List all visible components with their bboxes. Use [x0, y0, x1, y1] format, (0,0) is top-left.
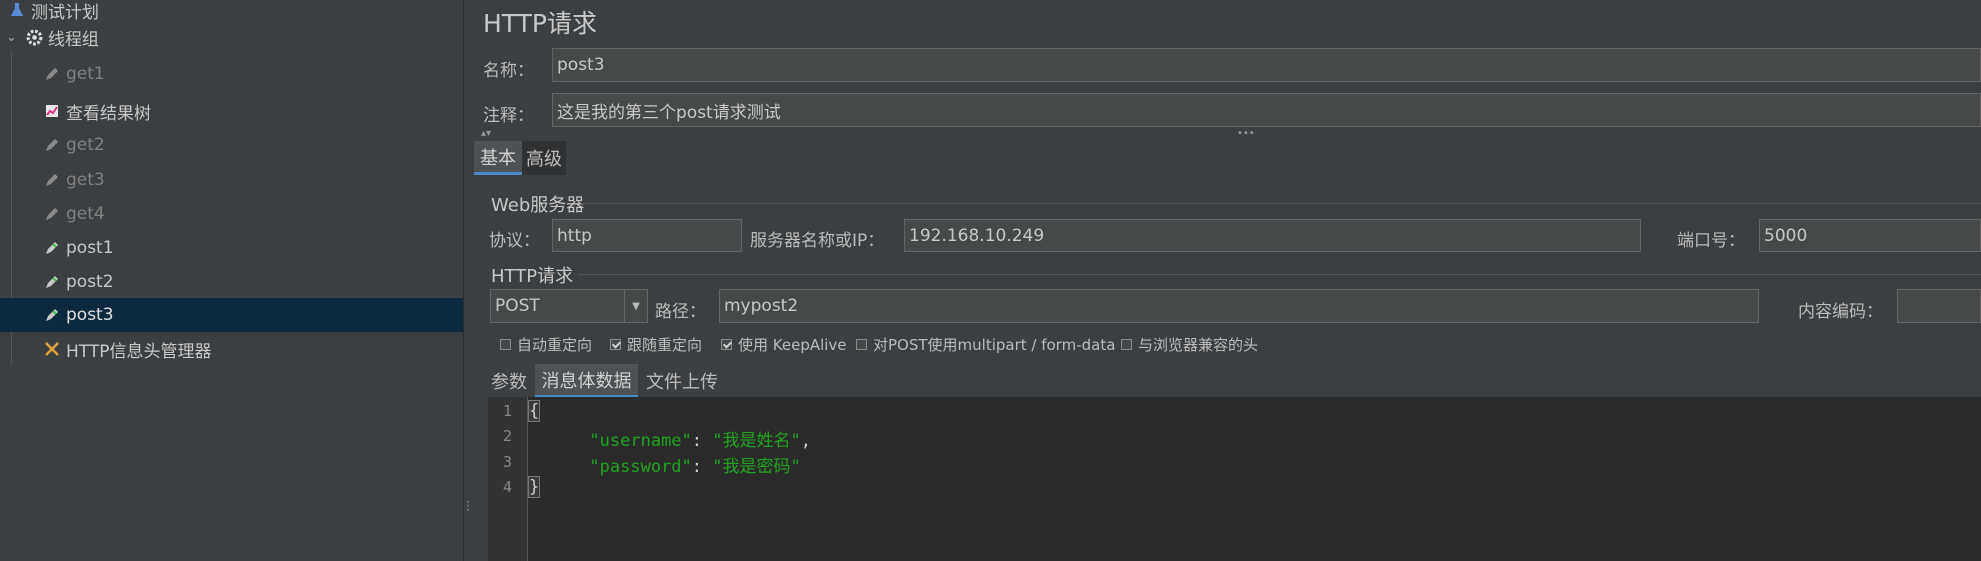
tree-item-thread-group[interactable]: ⌄ 线程组	[0, 20, 463, 54]
pencil-icon	[44, 240, 60, 256]
tab-basic[interactable]: 基本	[474, 141, 522, 175]
splitter-grip-icon[interactable]: · · ·	[466, 496, 470, 516]
test-plan-tree[interactable]: 测试计划 ⌄ 线程组 get1 查看结果树 get2 get3 get4 pos…	[0, 0, 463, 561]
path-field[interactable]: mypost2	[719, 289, 1759, 323]
json-value-password: "我是密码"	[712, 457, 801, 477]
path-label: 路径：	[655, 302, 706, 322]
name-field[interactable]: post3	[552, 48, 1981, 82]
checkbox-box[interactable]	[856, 339, 867, 350]
section-divider	[581, 203, 1981, 204]
comment-label: 注释：	[483, 106, 534, 126]
line-number: 2	[502, 427, 512, 445]
tree-item-label: get2	[66, 135, 105, 155]
body-data-editor[interactable]: 1 2 3 4 { "username": "我是姓名", "password"…	[488, 397, 1981, 561]
tree-item-post1[interactable]: post1	[0, 231, 463, 265]
tree-item-label: post2	[66, 272, 114, 292]
tree-item-label: post1	[66, 238, 114, 258]
tree-item-label: HTTP信息头管理器	[66, 341, 212, 362]
browser-compatible-headers-checkbox[interactable]: 与浏览器兼容的头	[1121, 334, 1258, 355]
tree-item-label: 线程组	[47, 29, 99, 50]
checkbox-box[interactable]	[500, 339, 511, 350]
line-number-gutter: 1 2 3 4	[488, 397, 528, 561]
json-key-password: "password"	[589, 457, 692, 477]
tree-item-label: get3	[66, 170, 105, 190]
line-number: 1	[502, 402, 512, 420]
checkbox-box[interactable]	[1121, 339, 1132, 350]
tab-advanced[interactable]: 高级	[522, 141, 566, 175]
chevron-down-icon[interactable]: ⌄	[6, 30, 17, 45]
method-select-value: POST	[495, 296, 540, 316]
method-select[interactable]: POST ▼	[490, 289, 648, 323]
tree-item-post3[interactable]: post3	[0, 298, 463, 332]
flask-icon	[9, 2, 25, 18]
checkbox-box[interactable]	[721, 339, 732, 350]
checkbox-box[interactable]	[610, 339, 621, 350]
tree-item-label: post3	[66, 305, 114, 325]
tab-file-upload[interactable]: 文件上传	[644, 364, 720, 398]
port-field[interactable]: 5000	[1759, 219, 1981, 252]
line-number: 4	[502, 478, 512, 496]
multipart-checkbox[interactable]: 对POST使用multipart / form-data	[856, 334, 1115, 355]
protocol-label: 协议：	[489, 231, 540, 251]
tree-item-header-manager[interactable]: HTTP信息头管理器	[0, 332, 463, 366]
tree-item-label: 查看结果树	[66, 103, 151, 124]
line-number: 3	[502, 453, 512, 471]
tree-item-get4[interactable]: get4	[0, 197, 463, 231]
code-line-4: }	[528, 476, 541, 498]
protocol-field[interactable]: http	[552, 219, 742, 252]
tree-item-label: get1	[66, 64, 105, 84]
chart-icon	[44, 103, 60, 119]
tab-body-data[interactable]: 消息体数据	[535, 364, 638, 398]
auto-redirect-checkbox[interactable]: 自动重定向	[500, 334, 592, 355]
encoding-field[interactable]	[1897, 289, 1981, 323]
tab-parameters[interactable]: 参数	[489, 364, 529, 398]
checkbox-label: 使用 KeepAlive	[738, 336, 847, 354]
http-request-section-title: HTTP请求	[491, 266, 574, 287]
port-label: 端口号：	[1677, 231, 1745, 251]
section-divider	[578, 274, 1981, 275]
drag-handle-icon[interactable]: •••	[1237, 128, 1255, 139]
tree-item-get2[interactable]: get2	[0, 128, 463, 162]
tree-item-label: get4	[66, 204, 105, 224]
tree-item-results-tree[interactable]: 查看结果树	[0, 94, 463, 128]
pencil-icon	[44, 137, 60, 153]
http-request-panel: HTTP请求 名称： post3 注释： 这是我的第三个post请求测试 ▴▾ …	[471, 0, 1981, 561]
pencil-icon	[44, 206, 60, 222]
follow-redirects-checkbox[interactable]: 跟随重定向	[610, 334, 702, 355]
code-line-1: {	[528, 400, 541, 422]
code-line-3: "password": "我是密码"	[589, 457, 801, 477]
pencil-icon	[44, 307, 60, 323]
gear-icon	[26, 29, 43, 46]
code-line-2: "username": "我是姓名",	[589, 431, 811, 451]
checkbox-label: 跟随重定向	[627, 336, 703, 354]
json-key-username: "username"	[589, 431, 692, 451]
tree-item-get1[interactable]: get1	[0, 57, 463, 91]
pencil-icon	[44, 274, 60, 290]
tree-item-post2[interactable]: post2	[0, 265, 463, 299]
page-title: HTTP请求	[483, 9, 597, 38]
web-server-section-title: Web服务器	[491, 195, 585, 216]
open-brace: {	[528, 400, 541, 422]
tree-item-get3[interactable]: get3	[0, 163, 463, 197]
wrench-icon	[44, 341, 60, 357]
chevron-down-icon[interactable]: ▼	[624, 290, 647, 322]
pencil-icon	[44, 172, 60, 188]
checkbox-label: 对POST使用multipart / form-data	[873, 336, 1116, 354]
checkbox-label: 与浏览器兼容的头	[1138, 336, 1259, 354]
server-field[interactable]: 192.168.10.249	[904, 219, 1641, 252]
checkbox-label: 自动重定向	[517, 336, 593, 354]
pencil-icon	[44, 66, 60, 82]
keepalive-checkbox[interactable]: 使用 KeepAlive	[721, 334, 847, 355]
collapse-arrows-icon[interactable]: ▴▾	[481, 128, 491, 139]
name-label: 名称：	[483, 61, 534, 81]
encoding-label: 内容编码：	[1798, 302, 1883, 322]
close-brace: }	[528, 476, 541, 498]
panel-splitter[interactable]	[463, 0, 471, 561]
json-value-username: "我是姓名"	[712, 431, 801, 451]
server-label: 服务器名称或IP：	[750, 231, 885, 251]
comment-field[interactable]: 这是我的第三个post请求测试	[552, 93, 1981, 127]
